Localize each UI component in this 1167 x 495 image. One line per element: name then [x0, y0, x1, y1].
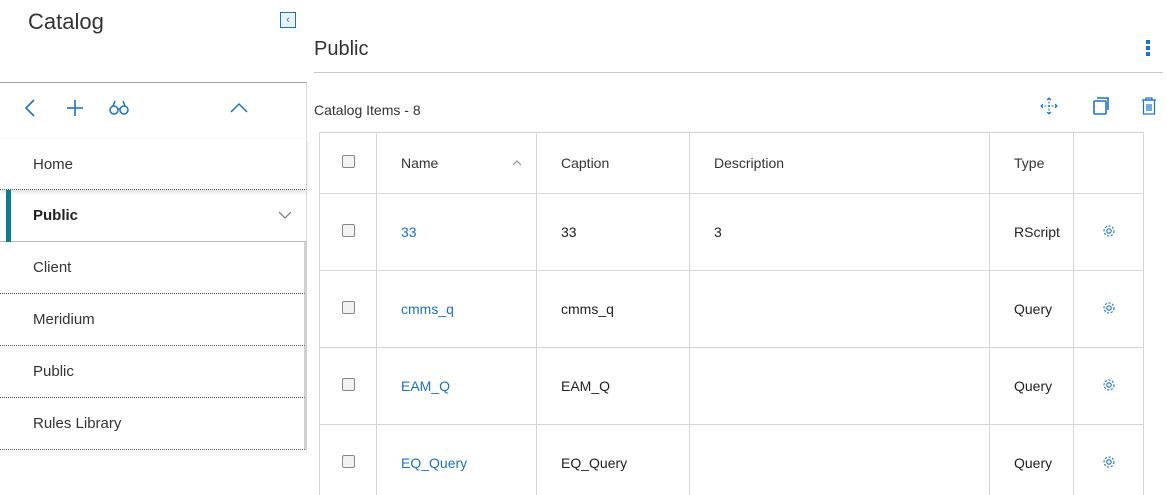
item-caption: EAM_Q	[536, 347, 690, 425]
sidebar-item-client[interactable]: Client	[0, 242, 307, 294]
item-name-link[interactable]: 33	[401, 224, 417, 240]
item-name-link[interactable]: EQ_Query	[401, 455, 467, 471]
item-description	[689, 347, 990, 425]
row-checkbox[interactable]	[341, 378, 355, 391]
sidebar-item-label: Rules Library	[33, 415, 122, 432]
sidebar-item-label: Home	[33, 156, 74, 173]
gear-icon[interactable]	[1102, 224, 1116, 238]
add-icon[interactable]	[64, 97, 86, 119]
divider	[314, 72, 1163, 73]
sort-ascending-icon[interactable]	[512, 155, 522, 169]
select-all-cell	[319, 132, 377, 194]
table-header-row: Name Caption Description Type	[319, 132, 1144, 194]
row-checkbox[interactable]	[341, 301, 355, 314]
gear-icon[interactable]	[1102, 301, 1116, 315]
select-all-checkbox[interactable]	[341, 155, 355, 168]
delete-icon[interactable]	[1139, 96, 1159, 116]
item-caption: EQ_Query	[536, 424, 690, 495]
item-caption: 33	[536, 193, 690, 271]
sidebar-item-public[interactable]: Public	[0, 346, 307, 398]
back-icon[interactable]	[22, 97, 38, 119]
table-row: 33 33 3 RScript	[319, 193, 1144, 271]
catalog-items-count: Catalog Items - 8	[314, 102, 421, 118]
sidebar-item-home[interactable]: Home	[0, 139, 307, 190]
gear-icon[interactable]	[1102, 378, 1116, 392]
item-description	[689, 424, 990, 495]
sidebar-item-rules-library[interactable]: Rules Library	[0, 398, 307, 450]
column-header-description[interactable]: Description	[689, 132, 990, 194]
page-title: Public	[314, 38, 369, 60]
sidebar-item-label: Public	[33, 207, 79, 224]
move-icon[interactable]	[1039, 96, 1059, 116]
sidebar-item-public-active[interactable]: Public	[0, 190, 307, 242]
table-row: EQ_Query EQ_Query Query	[319, 424, 1144, 495]
sidebar-title: Catalog	[28, 9, 104, 34]
copy-icon[interactable]	[1091, 96, 1111, 116]
sidebar-item-label: Public	[33, 363, 74, 380]
item-type: Query	[989, 424, 1074, 495]
table-row: cmms_q cmms_q Query	[319, 270, 1144, 348]
column-header-name[interactable]: Name	[376, 132, 537, 194]
kebab-menu-icon[interactable]	[1143, 38, 1153, 60]
collapse-sidebar-button[interactable]: ‹	[280, 12, 296, 28]
binoculars-icon[interactable]	[108, 97, 130, 119]
chevron-down-icon[interactable]	[278, 190, 292, 242]
catalog-sidebar: Catalog ‹ Home Public Client Meridium Pu…	[0, 0, 307, 495]
column-header-actions	[1073, 132, 1144, 194]
item-type: Query	[989, 347, 1074, 425]
item-type: RScript	[989, 193, 1074, 271]
item-description	[689, 270, 990, 348]
item-name-link[interactable]: EAM_Q	[401, 378, 450, 394]
column-header-caption[interactable]: Caption	[536, 132, 690, 194]
table-row: EAM_Q EAM_Q Query	[319, 347, 1144, 425]
row-checkbox[interactable]	[341, 224, 355, 237]
item-type: Query	[989, 270, 1074, 348]
item-description: 3	[689, 193, 990, 271]
column-header-type[interactable]: Type	[989, 132, 1074, 194]
sidebar-item-label: Meridium	[33, 311, 95, 328]
main-content: Public Catalog Items - 8 Name Caption De…	[311, 0, 1167, 495]
gear-icon[interactable]	[1102, 455, 1116, 469]
sidebar-toolbar	[0, 82, 307, 138]
sidebar-item-meridium[interactable]: Meridium	[0, 294, 307, 346]
item-caption: cmms_q	[536, 270, 690, 348]
sidebar-item-label: Client	[33, 259, 72, 276]
row-checkbox[interactable]	[341, 455, 355, 468]
catalog-folder-list: Home Public Client Meridium Public Rules…	[0, 139, 307, 450]
catalog-items-table: Name Caption Description Type 33 33 3 RS…	[319, 132, 1144, 495]
item-name-link[interactable]: cmms_q	[401, 301, 454, 317]
chevron-up-icon[interactable]	[228, 97, 250, 119]
